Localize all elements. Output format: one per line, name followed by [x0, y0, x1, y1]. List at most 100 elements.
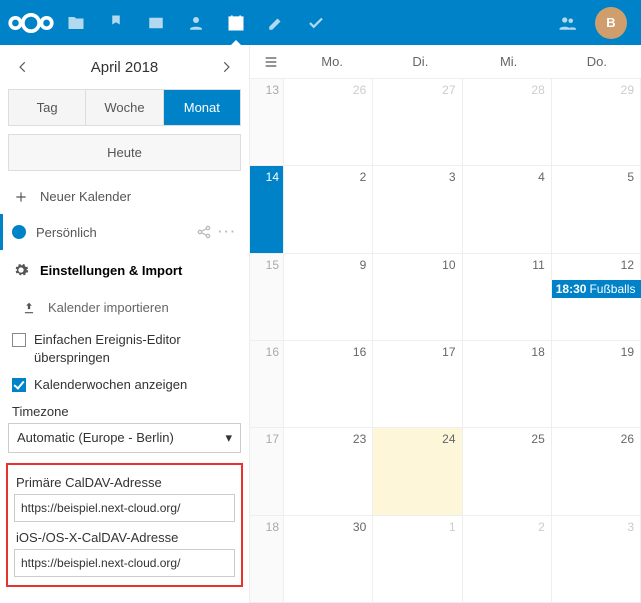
calendar-content: Mo. Di. Mi. Do. 132627282914234515910111… — [250, 45, 641, 603]
calendar-item-personal[interactable]: Persönlich ··· — [0, 214, 249, 250]
users-icon[interactable] — [547, 0, 587, 45]
gallery-icon[interactable] — [136, 0, 176, 45]
day-cell[interactable]: 28 — [463, 79, 552, 166]
user-avatar[interactable]: B — [595, 7, 627, 39]
day-number: 30 — [353, 520, 366, 534]
caldav-ios-input[interactable] — [14, 549, 235, 577]
files-icon[interactable] — [56, 0, 96, 45]
day-cell[interactable]: 12 18:30Fußballs — [552, 254, 641, 341]
activity-icon[interactable] — [96, 0, 136, 45]
import-calendar-button[interactable]: Kalender importieren — [0, 290, 249, 325]
day-number: 3 — [449, 170, 456, 184]
day-cell[interactable]: 25 — [463, 428, 552, 515]
week-number: 16 — [250, 341, 284, 428]
day-cell[interactable]: 11 — [463, 254, 552, 341]
grid-menu-icon[interactable] — [254, 54, 288, 70]
day-cell[interactable]: 3 — [373, 166, 462, 253]
calendar-icon[interactable] — [216, 0, 256, 45]
day-number: 1 — [449, 520, 456, 534]
weekday-mo: Mo. — [288, 54, 376, 69]
timezone-select[interactable]: Automatic (Europe - Berlin) ▾ — [8, 423, 241, 453]
day-cell[interactable]: 4 — [463, 166, 552, 253]
day-number: 26 — [621, 432, 634, 446]
day-cell[interactable]: 10 — [373, 254, 462, 341]
contacts-icon[interactable] — [176, 0, 216, 45]
day-cell[interactable]: 9 — [284, 254, 373, 341]
caldav-primary-input[interactable] — [14, 494, 235, 522]
share-icon[interactable] — [196, 224, 212, 240]
day-number: 29 — [621, 83, 634, 97]
gear-icon — [12, 262, 30, 278]
checkbox-icon — [12, 378, 26, 392]
import-calendar-label: Kalender importieren — [48, 300, 169, 315]
day-cell[interactable]: 5 — [552, 166, 641, 253]
settings-import-button[interactable]: Einstellungen & Import — [0, 250, 249, 290]
day-cell[interactable]: 17 — [373, 341, 462, 428]
day-number: 27 — [442, 83, 455, 97]
day-number: 2 — [360, 170, 367, 184]
tasks-icon[interactable] — [296, 0, 336, 45]
show-weeks-label: Kalenderwochen anzeigen — [34, 376, 187, 394]
prev-month-button[interactable] — [8, 52, 38, 82]
week-number: 15 — [250, 254, 284, 341]
day-cell[interactable]: 26 — [284, 79, 373, 166]
day-cell[interactable]: 23 — [284, 428, 373, 515]
chevron-down-icon: ▾ — [225, 430, 232, 446]
day-cell[interactable]: 26 — [552, 428, 641, 515]
tab-week[interactable]: Woche — [86, 90, 163, 125]
day-number: 9 — [360, 258, 367, 272]
sidebar: April 2018 Tag Woche Monat Heute Neuer K… — [0, 45, 250, 603]
day-cell[interactable]: 1 — [373, 516, 462, 603]
tab-day[interactable]: Tag — [9, 90, 86, 125]
day-number: 5 — [627, 170, 634, 184]
day-number: 10 — [442, 258, 455, 272]
day-cell[interactable]: 19 — [552, 341, 641, 428]
day-number: 28 — [531, 83, 544, 97]
simple-editor-checkbox[interactable]: Einfachen Ereignis-Editor überspringen — [0, 325, 249, 370]
simple-editor-label: Einfachen Ereignis-Editor überspringen — [34, 331, 237, 366]
top-nav — [56, 0, 336, 45]
day-number: 24 — [442, 432, 455, 446]
next-month-button[interactable] — [211, 52, 241, 82]
show-weeks-checkbox[interactable]: Kalenderwochen anzeigen — [0, 370, 249, 398]
day-cell[interactable]: 27 — [373, 79, 462, 166]
day-cell[interactable]: 2 — [284, 166, 373, 253]
more-icon[interactable]: ··· — [218, 224, 237, 240]
weekday-di: Di. — [376, 54, 464, 69]
event-time: 18:30 — [556, 282, 587, 296]
day-number: 4 — [538, 170, 545, 184]
today-button[interactable]: Heute — [8, 134, 241, 171]
week-number: 14 — [250, 166, 284, 253]
day-number: 16 — [353, 345, 366, 359]
week-number: 18 — [250, 516, 284, 603]
day-number: 11 — [532, 258, 544, 272]
calendar-event[interactable]: 18:30Fußballs — [552, 280, 641, 298]
day-cell[interactable]: 30 — [284, 516, 373, 603]
week-number: 17 — [250, 428, 284, 515]
notes-icon[interactable] — [256, 0, 296, 45]
day-cell[interactable]: 18 — [463, 341, 552, 428]
app-logo[interactable] — [6, 8, 56, 38]
day-cell[interactable]: 29 — [552, 79, 641, 166]
tab-month[interactable]: Monat — [164, 90, 240, 125]
day-number: 12 — [621, 258, 634, 272]
new-calendar-button[interactable]: Neuer Kalender — [0, 179, 249, 214]
calendar-grid: 132627282914234515910111218:30Fußballs16… — [250, 79, 641, 603]
new-calendar-label: Neuer Kalender — [40, 189, 131, 204]
calendar-name: Persönlich — [36, 225, 97, 240]
top-app-bar: B — [0, 0, 641, 45]
timezone-label: Timezone — [0, 398, 249, 421]
day-number: 2 — [538, 520, 545, 534]
day-cell[interactable]: 3 — [552, 516, 641, 603]
day-cell[interactable]: 16 — [284, 341, 373, 428]
caldav-primary-label: Primäre CalDAV-Adresse — [16, 475, 233, 490]
event-title: Fußballs — [589, 282, 635, 296]
caldav-urls: Primäre CalDAV-Adresse iOS-/OS-X-CalDAV-… — [6, 463, 243, 587]
settings-import-label: Einstellungen & Import — [40, 263, 182, 278]
caldav-ios-label: iOS-/OS-X-CalDAV-Adresse — [16, 530, 233, 545]
day-cell[interactable]: 2 — [463, 516, 552, 603]
day-number: 26 — [353, 83, 366, 97]
weekday-do: Do. — [553, 54, 641, 69]
day-cell[interactable]: 24 — [373, 428, 462, 515]
day-number: 23 — [353, 432, 366, 446]
